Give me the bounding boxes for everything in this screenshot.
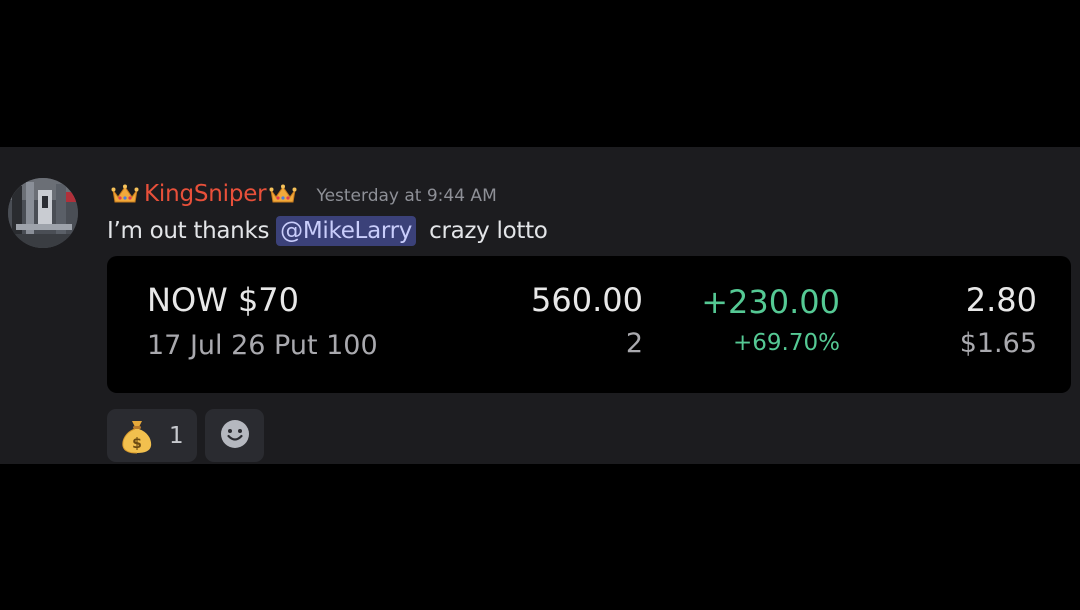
trade-cost: $1.65 [959,328,1037,359]
avatar[interactable] [8,178,78,248]
crown-icon [111,184,139,204]
trade-gain: +230.00 [701,283,840,321]
add-reaction-button[interactable] [205,409,264,462]
message-header: KingSniper Yesterday at 9:44 AM [111,178,497,210]
smiley-face-icon [220,419,250,453]
user-mention[interactable]: @MikeLarry [276,216,417,246]
trade-card-image[interactable]: NOW $70 17 Jul 26 Put 100 560.00 2 +230.… [107,256,1071,393]
message-timestamp: Yesterday at 9:44 AM [316,185,497,206]
money-bag-icon: $ [120,418,154,454]
message-content: I’m out thanks @MikeLarry crazy lotto [107,213,548,249]
trade-value: 560.00 [531,281,643,319]
reaction-money-bag[interactable]: $ 1 [107,409,197,462]
trade-title: NOW $70 [147,281,300,319]
trade-quantity: 2 [625,328,643,359]
svg-text:$: $ [132,436,142,452]
message-item[interactable]: KingSniper Yesterday at 9:44 AM I’m out … [0,147,1080,464]
trade-gain-percent: +69.70% [733,330,840,356]
crown-icon [269,184,297,204]
message-text-after: crazy lotto [429,218,548,244]
message-text-before: I’m out thanks [107,218,270,244]
trade-price: 2.80 [965,281,1037,319]
trade-contract: 17 Jul 26 Put 100 [147,330,378,361]
author-name[interactable]: KingSniper [144,181,267,207]
reaction-count: 1 [169,422,184,449]
